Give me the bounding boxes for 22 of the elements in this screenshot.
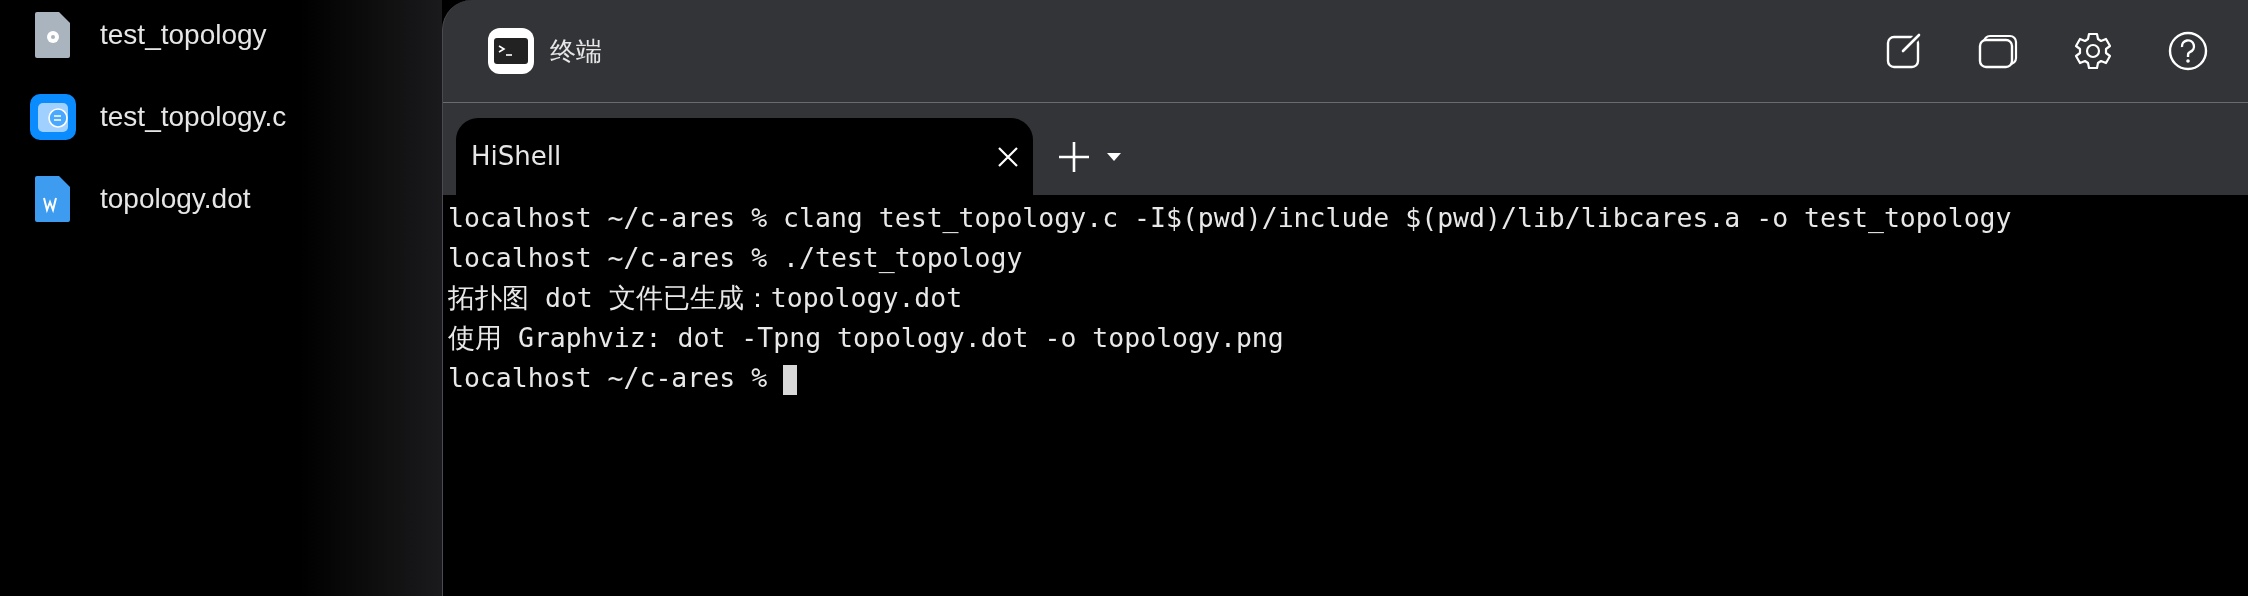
new-tab-button[interactable]: [1057, 139, 1091, 174]
terminal-line: localhost ~/c-ares % clang test_topology.c -I$(pwd)/include $(pwd)/lib/libcares.a -o test_topology: [448, 202, 2012, 233]
terminal-app-icon: [488, 28, 534, 74]
file-name[interactable]: topology.dot: [100, 178, 251, 220]
terminal-line: localhost ~/c-ares %: [448, 362, 769, 393]
word-document-icon[interactable]: [35, 176, 71, 222]
tab[interactable]: HiShell: [456, 118, 1033, 195]
terminal-line: localhost ~/c-ares % ./test_topology: [448, 242, 1023, 273]
terminal-line: 使用 Graphviz: dot -Tpng topology.dot -o topology.png: [448, 322, 1284, 353]
settings-button[interactable]: [2074, 32, 2112, 70]
file-icon[interactable]: [35, 12, 71, 58]
new-window-button[interactable]: [1886, 33, 1922, 69]
code-file-icon[interactable]: [30, 94, 76, 140]
help-button[interactable]: [2168, 31, 2208, 71]
terminal-line: 拓扑图 dot 文件已生成：topology.dot: [448, 282, 963, 313]
cursor: [783, 364, 798, 395]
windows-button[interactable]: [1978, 33, 2018, 69]
file-name[interactable]: test_topology.c: [100, 96, 287, 138]
file-name[interactable]: test_topology: [100, 14, 267, 56]
close-button[interactable]: [997, 145, 1019, 168]
dropdown-button[interactable]: [1107, 151, 1121, 162]
window-title: 终端: [550, 34, 602, 68]
